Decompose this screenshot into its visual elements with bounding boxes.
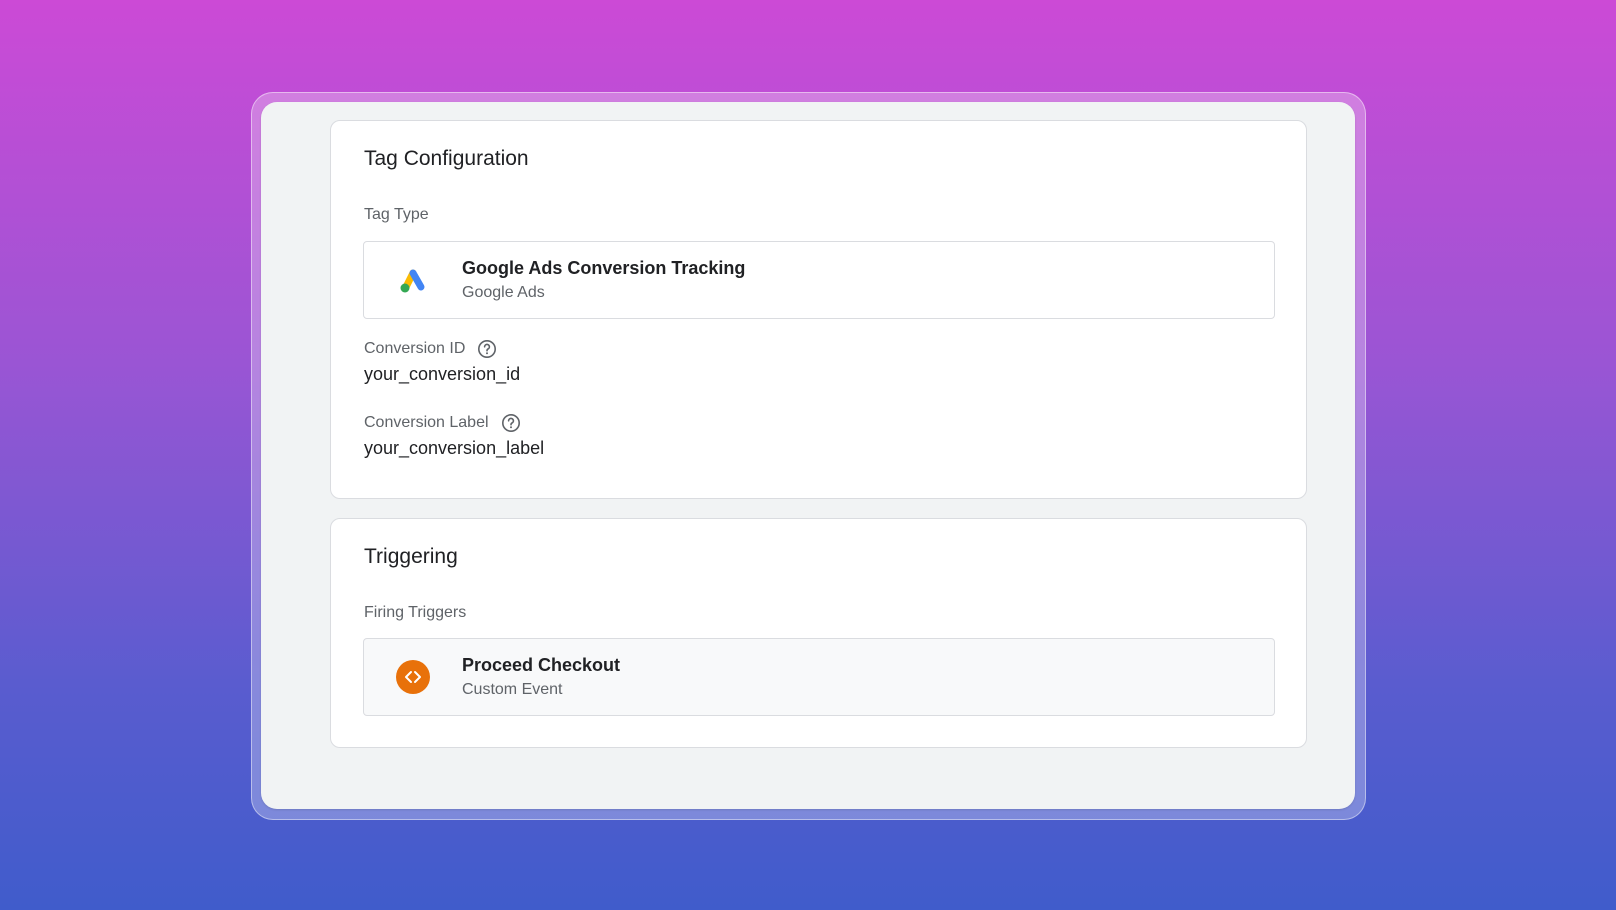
conversion-label-label: Conversion Label <box>364 414 489 431</box>
triggering-card: Triggering Firing Triggers Proceed Check… <box>330 518 1307 748</box>
code-brackets-icon <box>396 660 430 694</box>
tag-type-name: Google Ads Conversion Tracking <box>462 258 746 278</box>
conversion-label-label-row: Conversion Label <box>364 413 521 433</box>
tag-type-provider: Google Ads <box>462 284 545 301</box>
help-circle-icon[interactable] <box>501 413 521 433</box>
tag-configuration-title: Tag Configuration <box>364 147 529 170</box>
tag-configuration-card: Tag Configuration Tag Type Google Ads Co… <box>330 120 1307 499</box>
tag-type-tile[interactable]: Google Ads Conversion Tracking Google Ad… <box>363 241 1275 319</box>
trigger-name: Proceed Checkout <box>462 655 621 675</box>
conversion-label-value: your_conversion_label <box>364 438 545 458</box>
trigger-type: Custom Event <box>462 681 563 698</box>
firing-triggers-label: Firing Triggers <box>364 604 467 621</box>
trigger-tile[interactable]: Proceed Checkout Custom Event <box>363 638 1275 716</box>
help-circle-icon[interactable] <box>477 339 497 359</box>
google-ads-icon <box>396 263 430 297</box>
conversion-id-label: Conversion ID <box>364 340 466 357</box>
triggering-title: Triggering <box>364 545 458 568</box>
tag-type-label: Tag Type <box>364 206 429 223</box>
conversion-id-value: your_conversion_id <box>364 364 521 384</box>
conversion-id-label-row: Conversion ID <box>364 339 497 359</box>
